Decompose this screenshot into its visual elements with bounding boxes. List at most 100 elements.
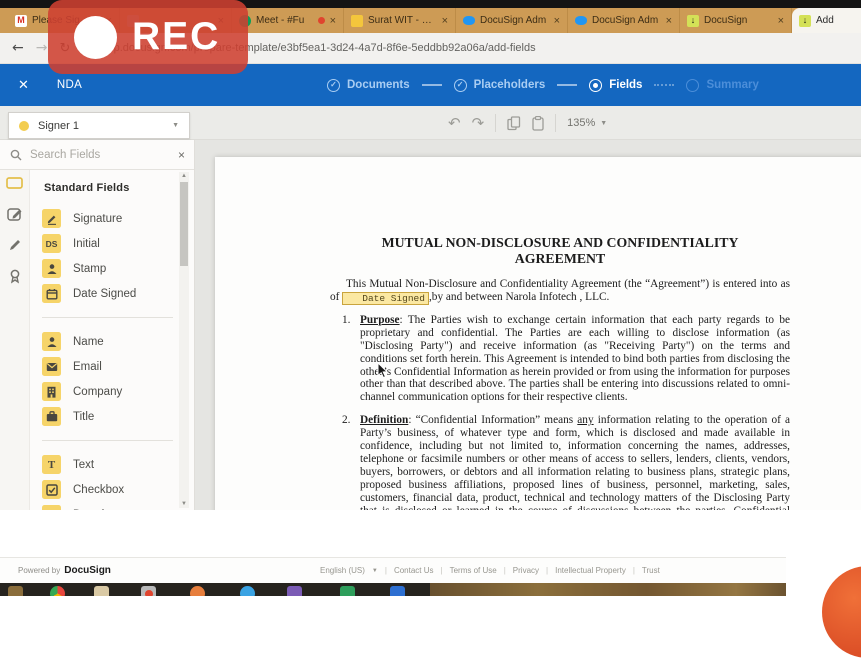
- recorder-icon[interactable]: [141, 586, 156, 596]
- step-label: Fields: [609, 79, 643, 91]
- scrollbar-thumb[interactable]: [180, 182, 188, 266]
- footer-link-ip[interactable]: Intellectual Property: [555, 566, 626, 575]
- field-item-signature[interactable]: Signature: [42, 206, 175, 231]
- recipient-selector[interactable]: Signer 1 ▼: [8, 112, 190, 139]
- standard-fields-list: Standard Fields Signature DS Initial Sta…: [30, 170, 194, 510]
- step-label: Summary: [706, 79, 759, 91]
- footer-link-terms[interactable]: Terms of Use: [450, 566, 497, 575]
- step-placeholders[interactable]: ✓ Placeholders: [453, 78, 545, 92]
- browser-tab-surat[interactable]: Surat WIT - Fur ×: [344, 8, 456, 33]
- sheet-icon: [351, 14, 363, 27]
- zoom-control[interactable]: 135% ▼: [567, 117, 607, 129]
- green-app-icon[interactable]: [340, 586, 355, 596]
- placed-date-signed-field[interactable]: Date Signed: [342, 291, 429, 305]
- sidebar-scrollbar[interactable]: ▲ ▼: [179, 172, 189, 508]
- chevron-down-icon: ▼: [600, 119, 608, 127]
- search-input[interactable]: Search Fields: [30, 149, 170, 161]
- field-item-stamp[interactable]: Stamp: [42, 256, 175, 281]
- field-item-email[interactable]: Email: [42, 354, 175, 379]
- search-icon: [10, 149, 22, 161]
- list-item-definition: 2. Definition: “Confidential Information…: [342, 414, 790, 510]
- zoom-level: 135%: [567, 117, 596, 129]
- list-divider: [42, 440, 173, 441]
- check-circle-icon: ✓: [453, 78, 467, 92]
- language-selector[interactable]: English (US): [320, 566, 365, 575]
- scroll-down-icon[interactable]: ▼: [179, 501, 189, 507]
- initials-ds-icon: DS: [42, 234, 61, 253]
- field-item-initial[interactable]: DS Initial: [42, 231, 175, 256]
- field-item-text[interactable]: T Text: [42, 452, 175, 477]
- step-connector-dotted: [654, 84, 675, 86]
- step-fields[interactable]: Fields: [589, 78, 643, 92]
- custom-fields-tab-icon[interactable]: [6, 207, 23, 221]
- record-dot-icon: [74, 15, 117, 59]
- browser-tab-add-active[interactable]: ↓ Add: [792, 8, 861, 33]
- paste-icon[interactable]: [532, 115, 544, 131]
- browser-tab-docusign-admin-1[interactable]: DocuSign Adm ×: [456, 8, 568, 33]
- browser-tab-meet[interactable]: Meet - #Fu ×: [232, 8, 344, 33]
- orange-app-icon[interactable]: [190, 586, 205, 596]
- purple-app-icon[interactable]: [287, 586, 302, 596]
- close-template-icon[interactable]: ✕: [18, 77, 29, 93]
- browser-tab-docusign-admin-2[interactable]: DocuSign Adm ×: [568, 8, 680, 33]
- workflow-steps: ✓ Documents ✓ Placeholders Fields Summar…: [327, 64, 759, 106]
- tab-close-icon[interactable]: ×: [442, 15, 448, 27]
- step-documents[interactable]: ✓ Documents: [327, 78, 410, 92]
- screen-recorder-overlay[interactable]: REC: [48, 0, 248, 74]
- redo-icon[interactable]: ↷: [472, 115, 485, 131]
- tab-label: DocuSign Adm: [592, 15, 659, 26]
- scroll-up-icon[interactable]: ▲: [179, 173, 189, 179]
- gmail-icon: M: [15, 14, 27, 27]
- tab-close-icon[interactable]: ×: [778, 15, 784, 27]
- draw-tab-icon[interactable]: [8, 238, 22, 252]
- person-icon: [42, 332, 61, 351]
- powered-by: Powered by DocuSign: [18, 565, 111, 576]
- tab-close-icon[interactable]: ×: [666, 15, 672, 27]
- stamp-person-icon: [42, 259, 61, 278]
- search-fields-box[interactable]: Search Fields ×: [0, 140, 194, 170]
- clear-search-icon[interactable]: ×: [178, 148, 185, 162]
- forward-icon[interactable]: →: [36, 40, 48, 56]
- briefcase-icon: [42, 407, 61, 426]
- building-icon: [42, 382, 61, 401]
- mouse-cursor: [377, 362, 389, 379]
- step-label: Documents: [347, 79, 410, 91]
- standard-fields-tab-icon[interactable]: [6, 176, 23, 190]
- toolbar-divider: [495, 114, 497, 132]
- toolbar-divider: [555, 114, 557, 132]
- tab-close-icon[interactable]: ×: [330, 15, 336, 27]
- undo-icon[interactable]: ↶: [448, 115, 461, 131]
- field-item-title[interactable]: Title: [42, 404, 175, 429]
- page-footer: Powered by DocuSign English (US) ▼ | Con…: [0, 557, 861, 583]
- footer-links: English (US) ▼ | Contact Us | Terms of U…: [320, 566, 660, 575]
- circle-outline-icon: [686, 78, 700, 92]
- field-item-dropdown[interactable]: Dropdown: [42, 502, 175, 510]
- field-item-company[interactable]: Company: [42, 379, 175, 404]
- browser-tab-docusign[interactable]: ↓ DocuSign ×: [680, 8, 792, 33]
- blue-circle-app-icon[interactable]: [240, 586, 255, 596]
- field-item-date-signed[interactable]: Date Signed: [42, 281, 175, 306]
- blue-square-app-icon[interactable]: [390, 586, 405, 596]
- tab-recording-dot-icon: [317, 17, 325, 24]
- document-canvas: MUTUAL NON-DISCLOSURE AND CONFIDENTIALIT…: [195, 140, 861, 510]
- section-title: Standard Fields: [44, 182, 130, 194]
- step-summary[interactable]: Summary: [686, 78, 759, 92]
- footer-link-contact-us[interactable]: Contact Us: [394, 566, 434, 575]
- recipient-name: Signer 1: [38, 119, 79, 132]
- footer-link-privacy[interactable]: Privacy: [513, 566, 539, 575]
- field-item-checkbox[interactable]: Checkbox: [42, 477, 175, 502]
- field-item-name[interactable]: Name: [42, 329, 175, 354]
- folder-icon[interactable]: [94, 586, 109, 596]
- back-icon[interactable]: ←: [12, 40, 24, 56]
- tab-close-icon[interactable]: ×: [554, 15, 560, 27]
- footer-link-trust[interactable]: Trust: [642, 566, 660, 575]
- chrome-icon[interactable]: [50, 586, 65, 596]
- copy-icon[interactable]: [507, 115, 521, 131]
- document-title: MUTUAL NON-DISCLOSURE AND CONFIDENTIALIT…: [381, 235, 739, 266]
- purpose-term: Purpose: [360, 313, 400, 326]
- tab-label: DocuSign: [704, 15, 748, 26]
- seal-tab-icon[interactable]: [9, 269, 21, 284]
- docusign-cloud-icon: [463, 16, 475, 25]
- rec-label: REC: [132, 15, 221, 58]
- brown-app-icon[interactable]: [8, 586, 23, 596]
